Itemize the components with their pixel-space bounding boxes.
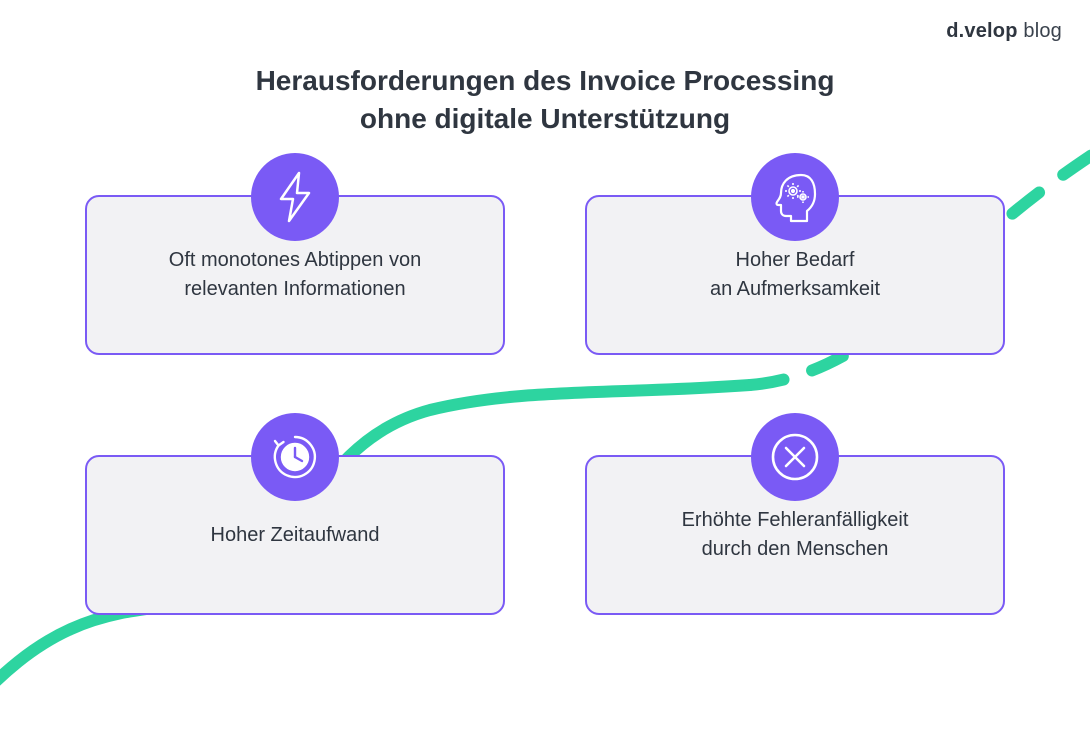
- title-line-1: Herausforderungen des Invoice Processing: [0, 62, 1090, 100]
- card-text: Oft monotones Abtippen von relevanten In…: [169, 246, 421, 304]
- card-time: Hoher Zeitaufwand: [85, 455, 505, 615]
- brand-strong: d.velop: [946, 20, 1017, 42]
- card-text: Hoher Bedarf an Aufmerksamkeit: [710, 246, 880, 304]
- cards-grid: Oft monotones Abtippen von relevanten In…: [85, 195, 1005, 615]
- card-line-2: durch den Menschen: [682, 535, 909, 564]
- card-text: Erhöhte Fehleranfälligkeit durch den Men…: [682, 506, 909, 564]
- title-line-2: ohne digitale Unterstützung: [0, 100, 1090, 138]
- card-line-2: relevanten Informationen: [169, 275, 421, 304]
- head-gears-icon: [751, 153, 839, 241]
- card-line-1: Hoher Zeitaufwand: [211, 521, 380, 550]
- card-text: Hoher Zeitaufwand: [211, 521, 380, 550]
- brand-logo: d.velop blog: [946, 20, 1062, 43]
- lightning-icon: [251, 153, 339, 241]
- card-line-2: an Aufmerksamkeit: [710, 275, 880, 304]
- card-line-1: Hoher Bedarf: [710, 246, 880, 275]
- card-line-1: Oft monotones Abtippen von: [169, 246, 421, 275]
- card-attention: Hoher Bedarf an Aufmerksamkeit: [585, 195, 1005, 355]
- card-line-1: Erhöhte Fehleranfälligkeit: [682, 506, 909, 535]
- clock-arrow-icon: [251, 413, 339, 501]
- brand-light: blog: [1018, 20, 1062, 42]
- cross-circle-icon: [751, 413, 839, 501]
- page-title: Herausforderungen des Invoice Processing…: [0, 62, 1090, 138]
- card-errors: Erhöhte Fehleranfälligkeit durch den Men…: [585, 455, 1005, 615]
- card-monotonous-typing: Oft monotones Abtippen von relevanten In…: [85, 195, 505, 355]
